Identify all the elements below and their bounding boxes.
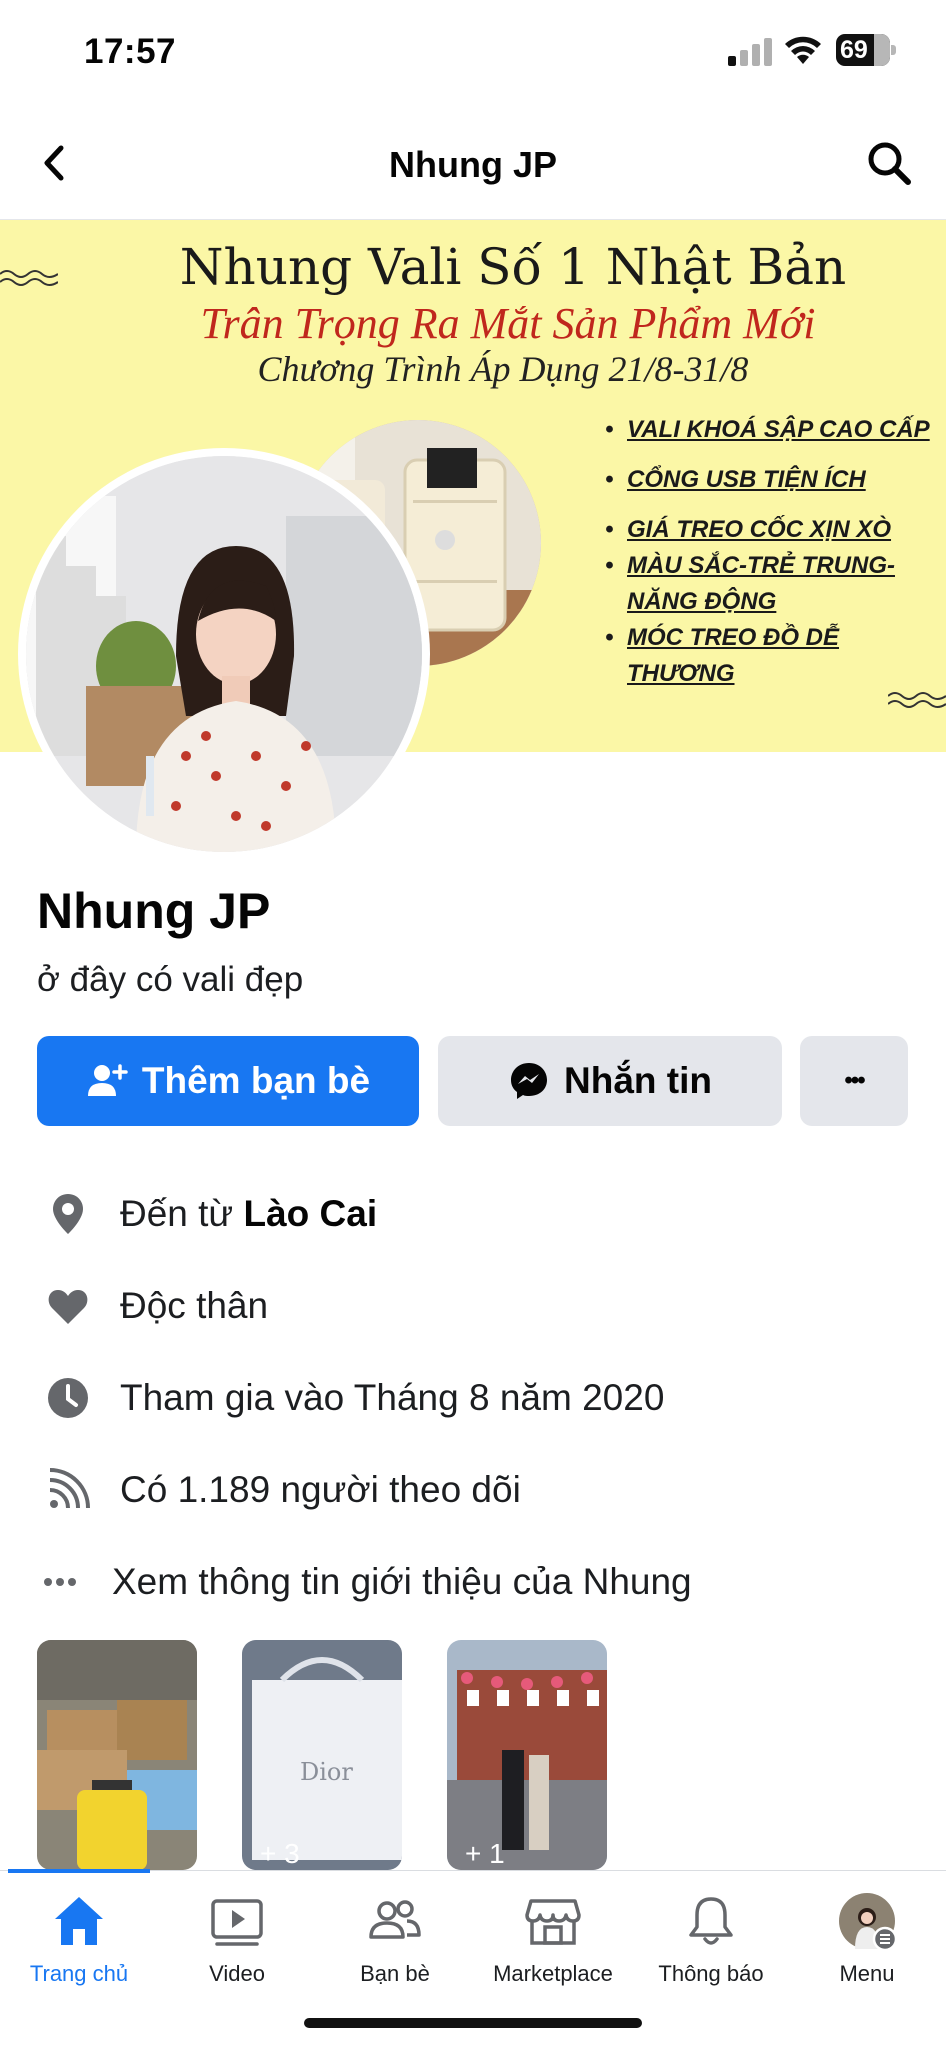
cover-feature-item: GIÁ TREO CỐC XỊN XÒ <box>605 512 945 548</box>
detail-relationship: Độc thân <box>0 1276 946 1336</box>
photo-thumbnail[interactable]: + 1 <box>447 1640 607 1870</box>
detail-followers: Có 1.189 người theo dõi <box>0 1460 946 1520</box>
tab-marketplace[interactable]: Marketplace <box>474 1891 632 2001</box>
cellular-signal-icon <box>728 38 774 66</box>
battery-level: 69 <box>840 36 868 64</box>
messenger-icon <box>511 1063 547 1099</box>
menu-avatar-icon <box>839 1893 897 1951</box>
more-dots-icon: ••• <box>844 1067 865 1094</box>
video-icon <box>211 1899 263 1946</box>
rss-feed-icon <box>49 1468 90 1509</box>
hometown-link[interactable]: Lào Cai <box>243 1193 377 1234</box>
tab-menu[interactable]: Menu <box>788 1891 946 2001</box>
add-friend-icon <box>87 1064 128 1096</box>
cover-feature-item: MÓC TREO ĐỒ DỄTHƯƠNG <box>605 620 945 692</box>
cover-feature-item: MÀU SẮC-TRẺ TRUNG-NĂNG ĐỘNG <box>605 548 945 620</box>
profile-name: Nhung JP <box>37 883 271 939</box>
ellipsis-icon <box>44 1578 76 1586</box>
cover-program: Chương Trình Áp Dụng 21/8-31/8 <box>257 349 749 389</box>
page-title: Nhung JP <box>389 144 557 185</box>
tab-video[interactable]: Video <box>158 1891 316 2001</box>
friends-icon <box>369 1900 421 1939</box>
tab-label: Video <box>209 1961 265 1986</box>
relationship-text: Độc thân <box>120 1285 269 1326</box>
see-about-link[interactable]: Xem thông tin giới thiệu của Nhung <box>0 1552 946 1612</box>
tab-label: Bạn bè <box>360 1961 430 1986</box>
photo-thumbnail[interactable]: Dior + 3 <box>242 1640 402 1870</box>
tab-notifications[interactable]: Thông báo <box>632 1891 790 2001</box>
photo-count: + 3 <box>260 1838 300 1869</box>
active-tab-indicator <box>8 1869 150 1873</box>
battery-icon: 69 <box>836 34 896 66</box>
photo-count: + 1 <box>465 1838 505 1869</box>
detail-joined: Tham gia vào Tháng 8 năm 2020 <box>0 1368 946 1428</box>
wifi-icon <box>785 36 821 64</box>
cover-subtitle: Trân Trọng Ra Mắt Sản Phẩm Mới <box>200 299 816 348</box>
status-bar: 17:57 69 <box>0 0 946 100</box>
see-about-text: Xem thông tin giới thiệu của Nhung <box>112 1561 692 1602</box>
detail-hometown: Đến từ Lào Cai <box>0 1184 946 1244</box>
joined-text: Tham gia vào Tháng 8 năm 2020 <box>120 1377 665 1418</box>
tab-label: Trang chủ <box>29 1961 129 1986</box>
tab-friends[interactable]: Bạn bè <box>316 1891 474 2001</box>
search-icon[interactable] <box>862 136 918 192</box>
photo-thumbnail[interactable] <box>37 1640 197 1870</box>
cover-feature-list: VALI KHOÁ SẬP CAO CẤP CỔNG USB TIỆN ÍCH … <box>605 412 945 692</box>
status-time: 17:57 <box>84 32 177 71</box>
add-friend-label: Thêm bạn bè <box>141 1060 371 1101</box>
profile-header: Nhung JP <box>0 110 946 220</box>
message-button[interactable]: Nhắn tin <box>438 1036 782 1126</box>
profile-bio: ở đây có vali đẹp <box>37 960 304 999</box>
tab-label: Thông báo <box>658 1961 764 1986</box>
svg-text:Dior: Dior <box>300 1758 353 1786</box>
location-pin-icon <box>53 1194 83 1234</box>
clock-icon <box>48 1378 88 1418</box>
home-indicator <box>304 2018 642 2028</box>
cover-title: Nhung Vali Số 1 Nhật Bản <box>179 238 847 296</box>
cover-feature-item: CỔNG USB TIỆN ÍCH <box>605 462 945 498</box>
wave-decoration-icon <box>888 692 946 708</box>
tab-label: Marketplace <box>493 1961 613 1986</box>
heart-icon <box>48 1290 88 1324</box>
tab-home[interactable]: Trang chủ <box>0 1891 158 2001</box>
marketplace-icon <box>525 1899 581 1945</box>
tab-label: Menu <box>839 1961 895 1986</box>
followers-text: Có 1.189 người theo dõi <box>120 1469 521 1510</box>
home-icon <box>55 1897 103 1945</box>
hometown-prefix: Đến từ <box>120 1193 244 1234</box>
cover-feature-item: VALI KHOÁ SẬP CAO CẤP <box>605 412 945 448</box>
add-friend-button[interactable]: Thêm bạn bè <box>37 1036 419 1126</box>
bell-icon <box>689 1897 733 1945</box>
more-options-button[interactable]: ••• <box>800 1036 908 1126</box>
message-label: Nhắn tin <box>564 1060 712 1101</box>
profile-avatar[interactable] <box>18 448 430 860</box>
